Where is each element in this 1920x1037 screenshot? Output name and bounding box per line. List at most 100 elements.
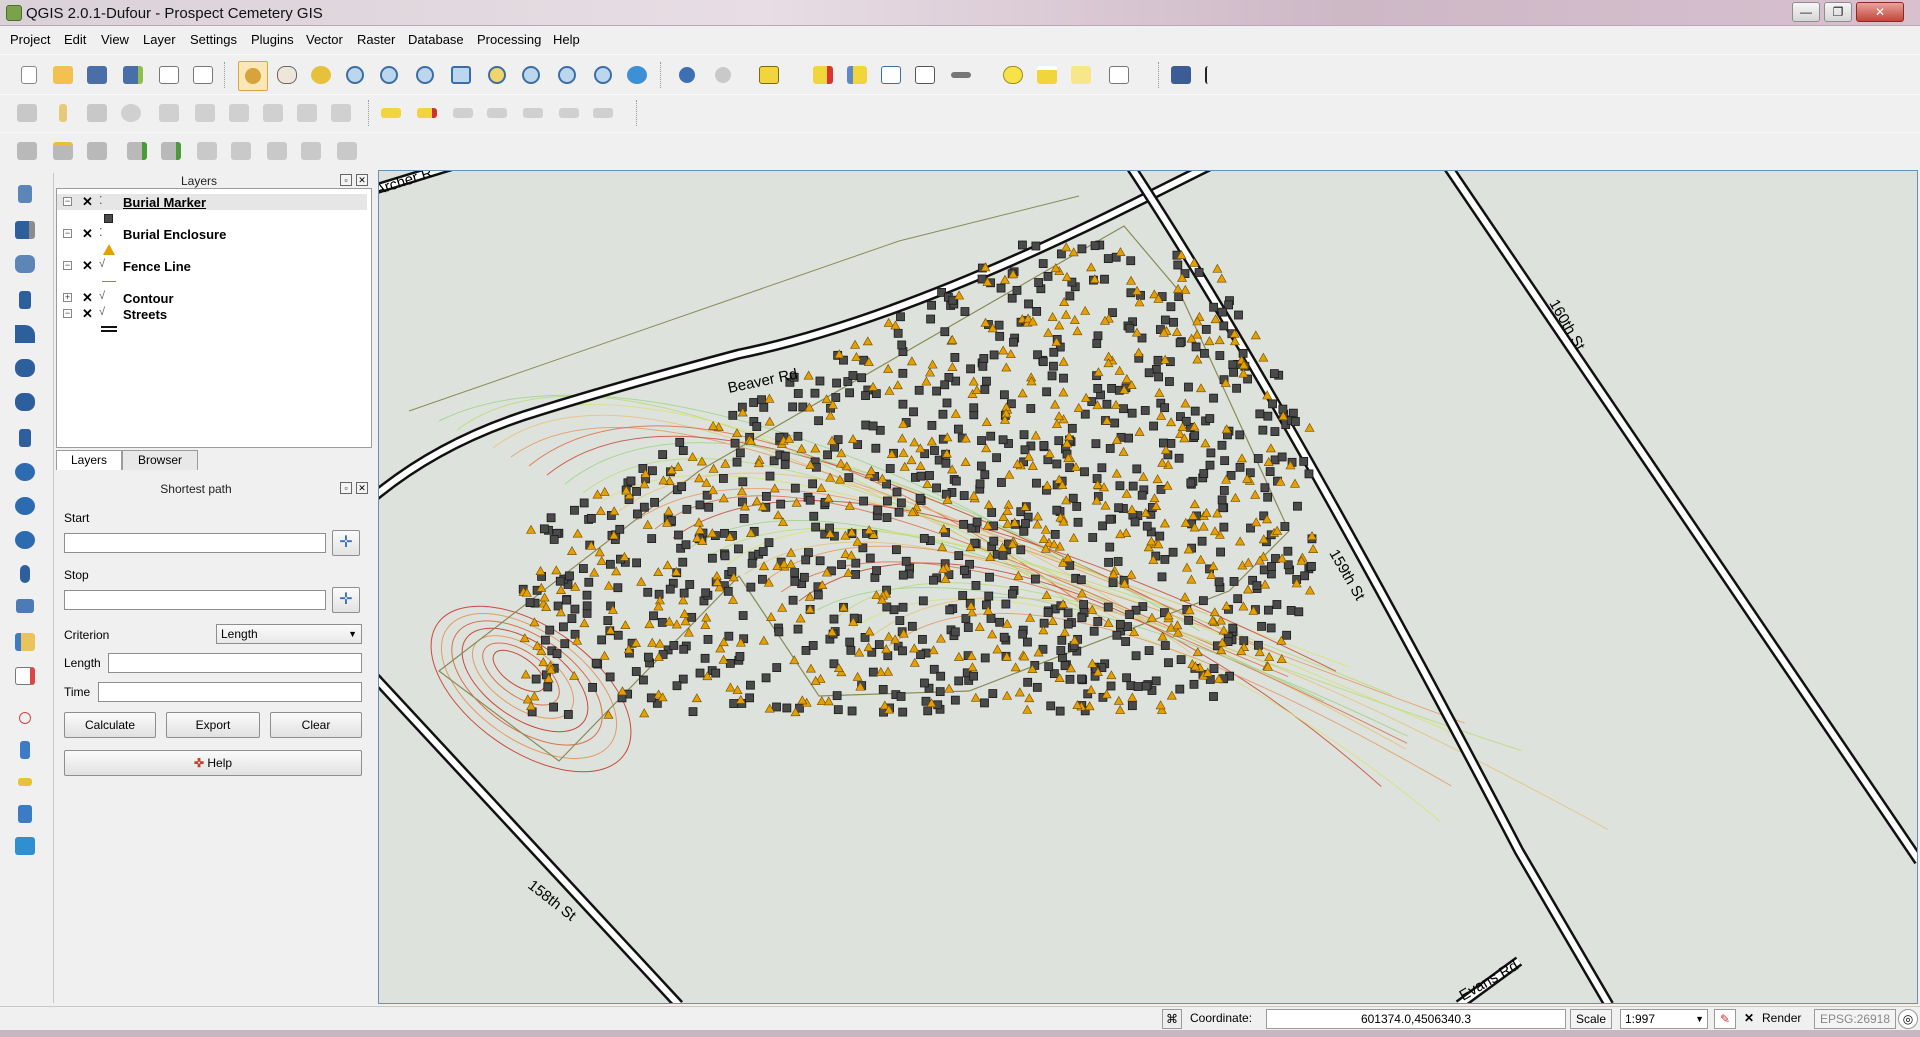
close-button[interactable]: ✕ [1856, 2, 1904, 22]
road-graph-icon[interactable] [12, 527, 38, 553]
messages-icon[interactable]: ◎ [1898, 1009, 1918, 1029]
crs-status-button[interactable]: EPSG:26918 [1814, 1009, 1896, 1029]
export-button[interactable]: Export [166, 712, 260, 738]
open-attribute-table-icon[interactable] [878, 62, 904, 88]
pin-labels-icon[interactable] [414, 100, 440, 126]
open-project-icon[interactable] [50, 62, 76, 88]
text-annotation-icon[interactable] [1106, 62, 1132, 88]
layer-visibility-checkbox[interactable]: ✕ [81, 195, 94, 208]
spatial-query-icon[interactable] [12, 355, 38, 381]
georeferencer-icon[interactable] [12, 251, 38, 277]
advanced-digitizing-icon[interactable] [12, 593, 38, 619]
stop-rendering-icon[interactable]: ✎ [1714, 1009, 1736, 1029]
add-raster-layer-icon[interactable] [50, 138, 76, 164]
float-dock-icon[interactable]: ▫ [340, 482, 352, 494]
add-wcs-layer-icon[interactable] [194, 138, 220, 164]
new-shapefile-icon[interactable] [298, 138, 324, 164]
layer-name[interactable]: Burial Marker [123, 195, 206, 210]
layer-visibility-checkbox[interactable]: ✕ [81, 227, 94, 240]
paste-features-icon[interactable] [328, 100, 354, 126]
zoom-to-selection-icon[interactable] [484, 62, 510, 88]
calculate-button[interactable]: Calculate [64, 712, 156, 738]
zoom-last-icon[interactable] [554, 62, 580, 88]
zoom-full-icon[interactable] [448, 62, 474, 88]
render-checkbox[interactable]: ✕ [1744, 1011, 1754, 1025]
length-field[interactable] [108, 653, 362, 673]
select-features-icon[interactable] [756, 62, 782, 88]
save-as-icon[interactable] [120, 62, 146, 88]
add-wms-layer-icon[interactable] [158, 138, 184, 164]
rotate-label-icon[interactable] [556, 100, 582, 126]
delete-selected-icon[interactable] [226, 100, 252, 126]
identify-features-icon[interactable] [674, 62, 700, 88]
zoom-out-icon[interactable] [376, 62, 402, 88]
menu-plugins[interactable]: Plugins [251, 32, 294, 47]
composer-manager-icon[interactable] [190, 62, 216, 88]
highlight-pinned-labels-icon[interactable] [450, 100, 476, 126]
add-feature-icon[interactable] [118, 100, 144, 126]
menu-settings[interactable]: Settings [190, 32, 237, 47]
toggle-extents-icon[interactable]: ⌘ [1162, 1009, 1182, 1029]
layer-name[interactable]: Streets [123, 307, 167, 322]
layer-visibility-checkbox[interactable]: ✕ [81, 291, 94, 304]
new-bookmark-icon[interactable] [1034, 62, 1060, 88]
collapse-icon[interactable]: − [63, 261, 72, 270]
copy-features-icon[interactable] [294, 100, 320, 126]
zoom-actual-size-icon[interactable] [412, 62, 438, 88]
close-dock-icon[interactable]: ✕ [356, 174, 368, 186]
menu-layer[interactable]: Layer [143, 32, 176, 47]
globe-icon[interactable] [12, 493, 38, 519]
map-overview-icon[interactable] [12, 833, 38, 859]
start-field[interactable] [64, 533, 326, 553]
grid-plugin-icon[interactable] [12, 217, 38, 243]
add-point-icon[interactable] [12, 705, 38, 731]
menu-view[interactable]: View [101, 32, 129, 47]
measure-line-icon[interactable] [948, 62, 974, 88]
deselect-features-icon[interactable] [810, 62, 836, 88]
map-tips-icon[interactable] [1000, 62, 1026, 88]
cut-features-icon[interactable] [260, 100, 286, 126]
offline-editing-icon[interactable] [12, 561, 38, 587]
float-dock-icon[interactable]: ▫ [340, 174, 352, 186]
help-contents-icon[interactable] [1168, 62, 1194, 88]
add-spatialite-layer-icon[interactable] [124, 138, 150, 164]
edit-attributes-icon[interactable] [12, 769, 38, 795]
map-rendering[interactable]: Beaver Rd 160th St 159th St 158th St Eva… [379, 171, 1918, 1004]
layer-properties-icon[interactable] [12, 629, 38, 655]
time-field[interactable] [98, 682, 362, 702]
menu-processing[interactable]: Processing [477, 32, 541, 47]
menu-raster[interactable]: Raster [357, 32, 395, 47]
refresh-icon[interactable] [624, 62, 650, 88]
topology-checker-icon[interactable] [12, 389, 38, 415]
criterion-select[interactable]: Length ▼ [216, 624, 362, 644]
new-print-composer-icon[interactable] [156, 62, 182, 88]
zoom-next-icon[interactable] [590, 62, 616, 88]
expand-icon[interactable]: + [63, 293, 72, 302]
toggle-editing-icon[interactable] [50, 100, 76, 126]
layer-name[interactable]: Fence Line [123, 259, 191, 274]
show-bookmarks-icon[interactable] [1068, 62, 1094, 88]
layer-item-burial-enclosure[interactable]: − ✕ ⁚ Burial Enclosure [57, 226, 367, 242]
add-postgis-layer-icon[interactable] [84, 138, 110, 164]
node-tool-icon[interactable] [192, 100, 218, 126]
layer-item-burial-marker[interactable]: − ✕ ⁚ Burial Marker [57, 194, 367, 210]
remove-layer-icon[interactable] [334, 138, 360, 164]
new-memory-layer-icon[interactable] [12, 663, 38, 689]
map-canvas[interactable]: Beaver Rd 160th St 159th St 158th St Eva… [378, 170, 1918, 1004]
current-edits-icon[interactable] [14, 100, 40, 126]
layer-name[interactable]: Burial Enclosure [123, 227, 226, 242]
layer-labeling-icon[interactable] [378, 100, 404, 126]
evis-tool-icon[interactable] [12, 425, 38, 451]
tab-browser[interactable]: Browser [122, 450, 198, 470]
change-label-icon[interactable] [590, 100, 616, 126]
run-feature-action-icon[interactable] [710, 62, 736, 88]
close-dock-icon[interactable]: ✕ [356, 482, 368, 494]
vector-digitize-icon[interactable] [12, 801, 38, 827]
add-vector-layer-icon[interactable] [14, 138, 40, 164]
minimize-button[interactable]: — [1792, 2, 1820, 22]
move-feature-icon[interactable] [156, 100, 182, 126]
menu-edit[interactable]: Edit [64, 32, 86, 47]
maximize-button[interactable]: ❐ [1824, 2, 1852, 22]
add-delimited-text-icon[interactable] [264, 138, 290, 164]
heatmap-icon[interactable] [12, 321, 38, 347]
